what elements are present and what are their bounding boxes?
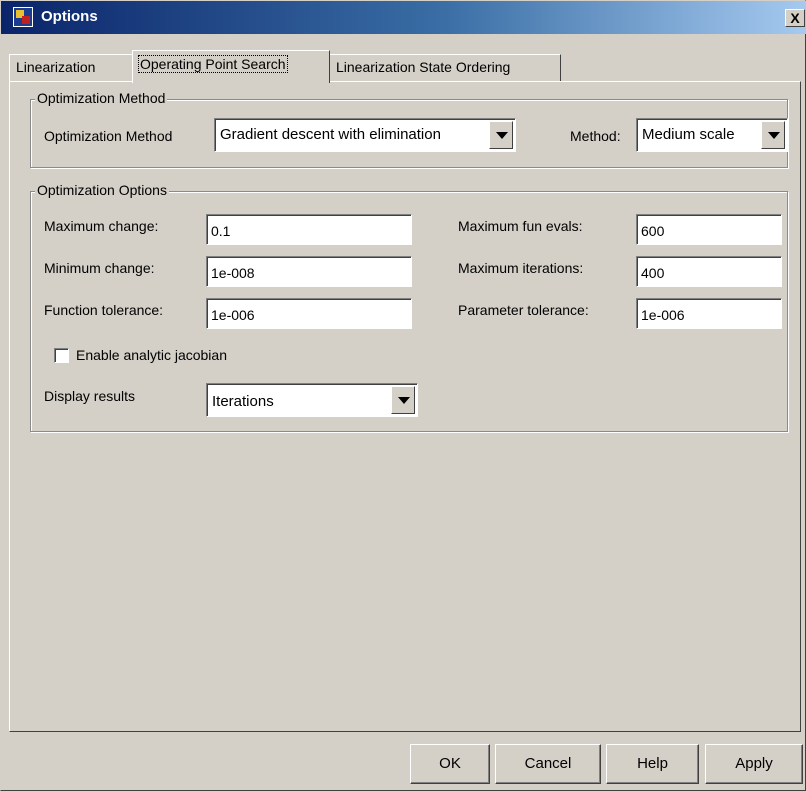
close-button[interactable]: X bbox=[785, 9, 805, 27]
matlab-window-icon bbox=[13, 7, 33, 27]
ok-button[interactable]: OK bbox=[410, 744, 490, 784]
optimization-method-group-title: Optimization Method bbox=[35, 90, 168, 106]
method-label: Method: bbox=[570, 128, 621, 144]
optimization-options-group-title: Optimization Options bbox=[35, 182, 169, 198]
maximum-fun-evals-field[interactable]: 600 bbox=[636, 214, 782, 245]
display-results-select[interactable]: Iterations bbox=[206, 383, 418, 417]
tab-linearization-state-ordering-label: Linearization State Ordering bbox=[336, 59, 511, 75]
analytic-jacobian-label[interactable]: Enable analytic jacobian bbox=[76, 347, 227, 363]
chevron-down-icon[interactable] bbox=[761, 121, 785, 149]
maximum-iterations-label: Maximum iterations: bbox=[458, 260, 584, 276]
tab-linearization-label: Linearization bbox=[16, 59, 96, 75]
parameter-tolerance-field[interactable]: 1e-006 bbox=[636, 298, 782, 329]
window-title: Options bbox=[41, 8, 98, 25]
minimum-change-label: Minimum change: bbox=[44, 260, 155, 276]
tab-operating-point-search-label: Operating Point Search bbox=[138, 55, 288, 73]
apply-button[interactable]: Apply bbox=[705, 744, 803, 784]
tab-operating-point-search[interactable]: Operating Point Search bbox=[132, 50, 330, 83]
maximum-fun-evals-label: Maximum fun evals: bbox=[458, 218, 583, 234]
options-dialog: Options X Linearization Operating Point … bbox=[0, 0, 806, 791]
tab-linearization-state-ordering[interactable]: Linearization State Ordering bbox=[329, 54, 561, 81]
optimization-method-select[interactable]: Gradient descent with elimination bbox=[214, 118, 516, 152]
help-button[interactable]: Help bbox=[606, 744, 699, 784]
maximum-change-label: Maximum change: bbox=[44, 218, 159, 234]
method-select[interactable]: Medium scale bbox=[636, 118, 788, 152]
maximum-iterations-field[interactable]: 400 bbox=[636, 256, 782, 287]
cancel-button[interactable]: Cancel bbox=[495, 744, 601, 784]
optimization-method-label: Optimization Method bbox=[44, 128, 173, 144]
analytic-jacobian-checkbox[interactable] bbox=[54, 348, 69, 363]
tab-linearization[interactable]: Linearization bbox=[9, 54, 133, 81]
optimization-method-value: Gradient descent with elimination bbox=[220, 126, 441, 143]
method-value: Medium scale bbox=[642, 126, 735, 143]
operating-point-search-panel: Optimization Method Optimization Method … bbox=[9, 81, 801, 732]
minimum-change-field[interactable]: 1e-008 bbox=[206, 256, 412, 287]
chevron-down-icon[interactable] bbox=[489, 121, 513, 149]
display-results-label: Display results bbox=[44, 388, 136, 404]
chevron-down-icon[interactable] bbox=[391, 386, 415, 414]
function-tolerance-label: Function tolerance: bbox=[44, 302, 164, 318]
function-tolerance-field[interactable]: 1e-006 bbox=[206, 298, 412, 329]
maximum-change-field[interactable]: 0.1 bbox=[206, 214, 412, 245]
title-bar[interactable]: Options X bbox=[1, 1, 806, 34]
parameter-tolerance-label: Parameter tolerance: bbox=[458, 302, 589, 318]
display-results-value: Iterations bbox=[212, 393, 274, 410]
